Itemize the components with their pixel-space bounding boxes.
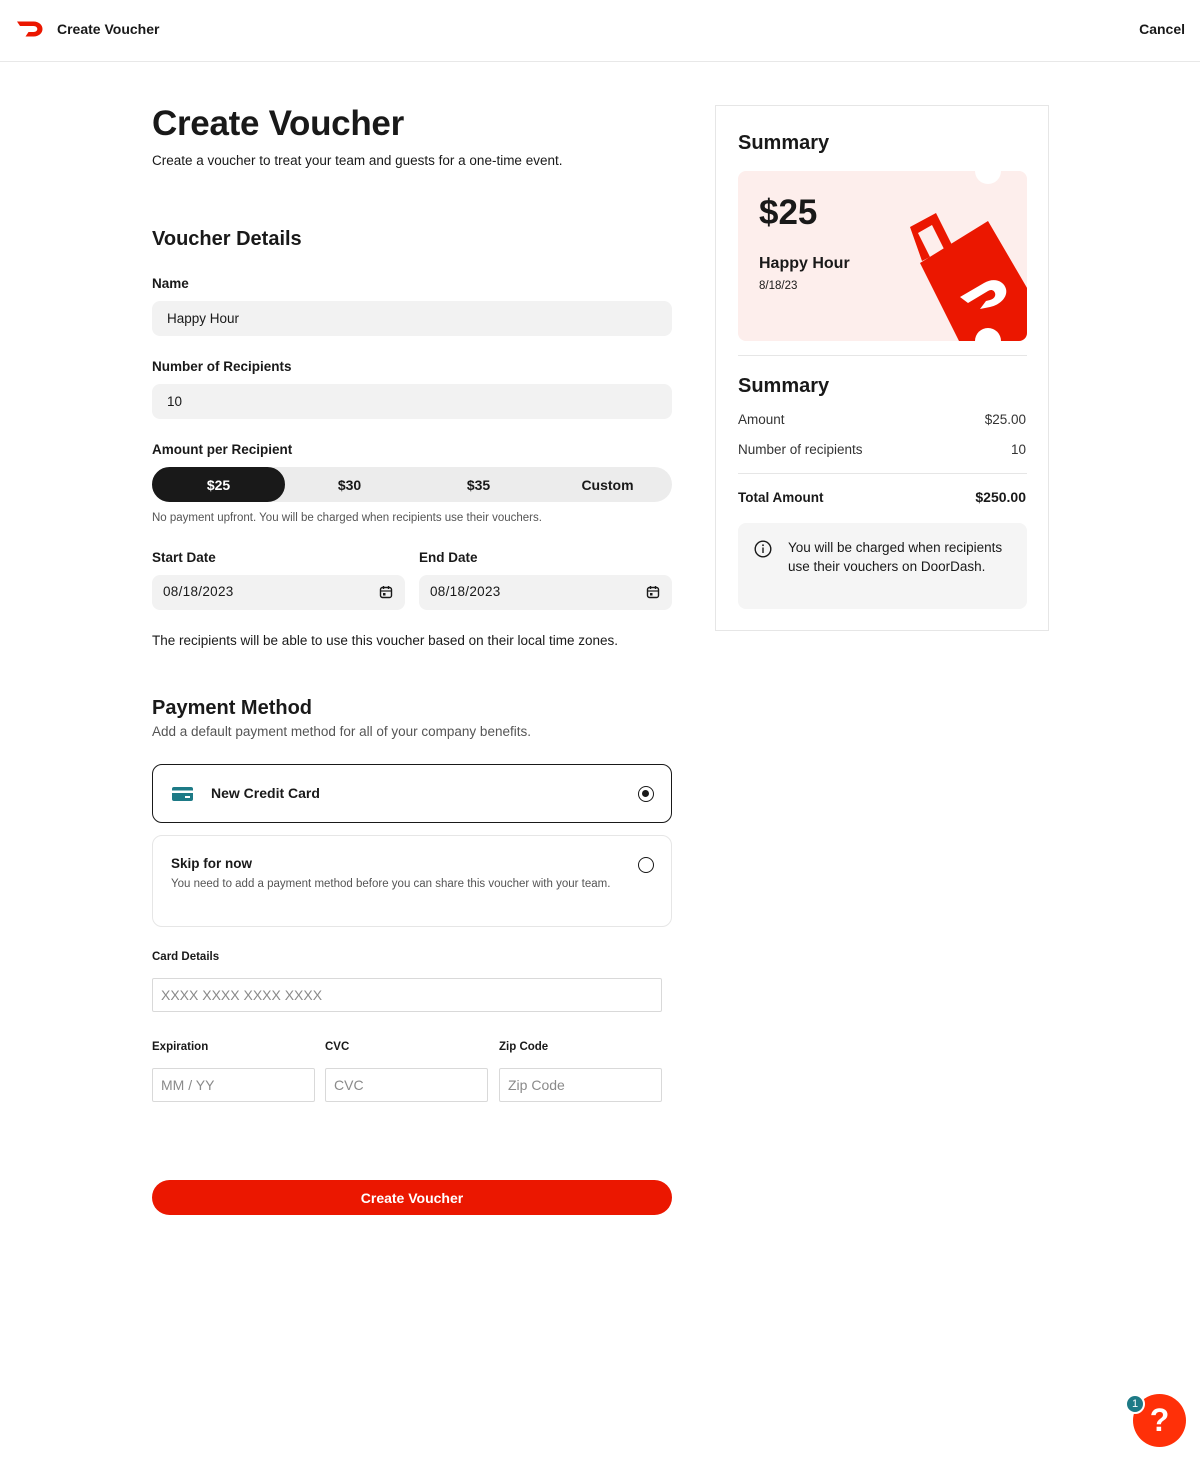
payment-method-subtitle: Add a default payment method for all of …	[152, 724, 531, 739]
credit-card-icon	[172, 787, 193, 801]
info-icon	[754, 540, 772, 558]
amount-row-label: Amount	[738, 412, 785, 427]
start-date-input[interactable]: 08/18/2023	[152, 575, 405, 610]
end-date-value: 08/18/2023	[430, 584, 501, 599]
amount-selector: $25 $30 $35 Custom	[152, 467, 672, 502]
charge-info-text: You will be charged when recipients use …	[788, 540, 1003, 574]
name-input[interactable]	[152, 301, 672, 336]
amount-option-25[interactable]: $25	[152, 467, 285, 502]
total-label: Total Amount	[738, 490, 824, 505]
voucher-preview-card: $25 Happy Hour 8/18/23	[738, 171, 1027, 341]
end-date-input[interactable]: 08/18/2023	[419, 575, 672, 610]
name-label: Name	[152, 276, 189, 291]
payment-method-heading: Payment Method	[152, 697, 313, 719]
page-title: Create Voucher	[152, 104, 404, 143]
amount-row-value: $25.00	[984, 412, 1026, 427]
amount-option-custom[interactable]: Custom	[543, 467, 672, 502]
cancel-button[interactable]: Cancel	[1139, 21, 1185, 37]
zip-label: Zip Code	[499, 1041, 549, 1053]
expiration-input[interactable]	[152, 1068, 315, 1102]
payment-option-skip[interactable]: Skip for now You need to add a payment m…	[152, 835, 672, 927]
top-bar: Create Voucher Cancel	[0, 0, 1200, 62]
voucher-details-heading: Voucher Details	[152, 228, 302, 250]
header-title: Create Voucher	[57, 21, 160, 37]
calendar-icon[interactable]	[379, 585, 393, 599]
voucher-name: Happy Hour	[759, 255, 850, 272]
amount-label: Amount per Recipient	[152, 442, 293, 457]
recipients-row-value: 10	[1010, 442, 1026, 457]
card-details-label: Card Details	[152, 951, 220, 963]
summary-heading: Summary	[738, 132, 830, 154]
recipients-row-label: Number of recipients	[738, 442, 863, 457]
help-notification-badge: 1	[1125, 1394, 1145, 1414]
voucher-amount: $25	[759, 193, 818, 232]
doordash-logo-icon[interactable]	[16, 20, 44, 38]
zip-input[interactable]	[499, 1068, 662, 1102]
amount-option-35[interactable]: $35	[414, 467, 543, 502]
cvc-label: CVC	[325, 1041, 350, 1053]
charge-info-box: You will be charged when recipients use …	[738, 523, 1027, 609]
total-value: $250.00	[975, 489, 1026, 505]
recipients-label: Number of Recipients	[152, 359, 292, 374]
summary-panel: Summary $25 Happy Hour 8/18/23 Summary A…	[715, 105, 1049, 631]
page-subtitle: Create a voucher to treat your team and …	[152, 153, 563, 168]
timezone-note: The recipients will be able to use this …	[152, 633, 619, 648]
calendar-icon[interactable]	[646, 585, 660, 599]
credit-card-radio[interactable]	[638, 786, 654, 802]
voucher-date: 8/18/23	[759, 280, 798, 292]
shopping-bag-icon	[910, 213, 1027, 341]
recipients-input[interactable]	[152, 384, 672, 419]
payment-option-credit-card[interactable]: New Credit Card	[152, 764, 672, 823]
amount-option-30[interactable]: $30	[285, 467, 414, 502]
credit-card-label: New Credit Card	[211, 785, 320, 801]
create-voucher-button[interactable]: Create Voucher	[152, 1180, 672, 1215]
amount-note: No payment upfront. You will be charged …	[152, 512, 542, 524]
end-date-label: End Date	[419, 550, 478, 565]
expiration-label: Expiration	[152, 1041, 209, 1053]
total-divider	[738, 473, 1027, 474]
summary-divider	[738, 355, 1027, 356]
card-number-input[interactable]	[152, 978, 662, 1012]
start-date-value: 08/18/2023	[163, 584, 234, 599]
skip-title: Skip for now	[171, 856, 252, 871]
cvc-input[interactable]	[325, 1068, 488, 1102]
start-date-label: Start Date	[152, 550, 216, 565]
skip-description: You need to add a payment method before …	[171, 878, 611, 890]
voucher-notch-top	[975, 171, 1001, 184]
skip-radio[interactable]	[638, 857, 654, 873]
breakdown-heading: Summary	[738, 375, 830, 397]
